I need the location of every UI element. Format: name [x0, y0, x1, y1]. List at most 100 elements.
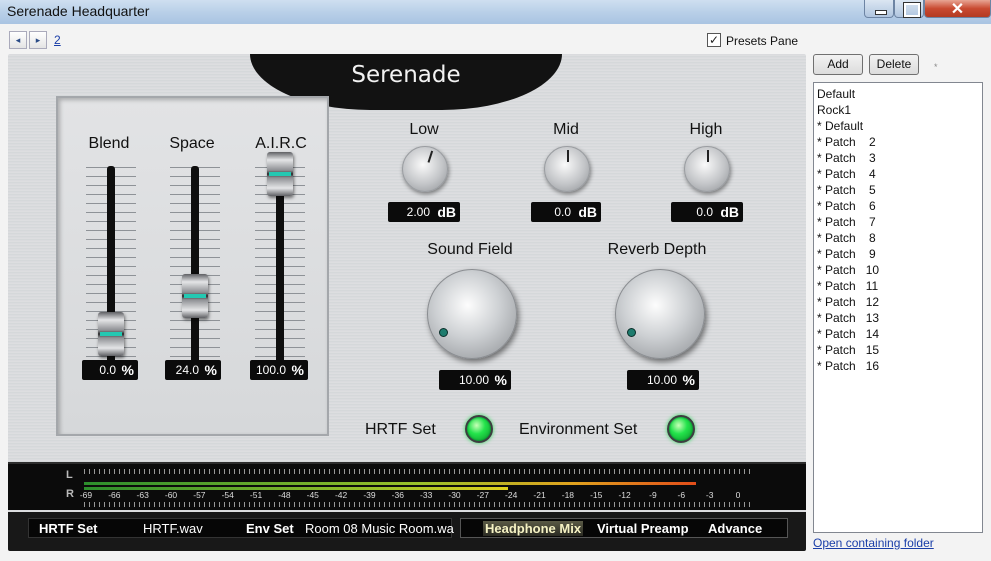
meter-scale-label: -21	[533, 490, 546, 500]
meter-ticks-bottom	[84, 502, 750, 507]
preset-item[interactable]: * Default	[817, 118, 979, 134]
fader-handle-space[interactable]	[182, 274, 208, 318]
info-env-set-label: Env Set	[246, 521, 294, 536]
preset-item[interactable]: * Patch 5	[817, 182, 979, 198]
preset-item[interactable]: * Patch 16	[817, 358, 979, 374]
nav-forward-button[interactable]: ▸	[29, 31, 47, 49]
meter-scale-label: -30	[448, 490, 461, 500]
preset-item[interactable]: Rock1	[817, 102, 979, 118]
eq-knob-mid[interactable]	[544, 146, 590, 192]
meter-scale-label: -15	[590, 490, 603, 500]
reverb-depth-unit: %	[682, 372, 695, 388]
meter-scale-label: -57	[193, 490, 206, 500]
tab-virtual-preamp[interactable]: Virtual Preamp	[597, 521, 689, 536]
serenade-device-panel: Serenade Blend 0.0 % Space 24.0 % A.I.R.…	[8, 54, 806, 551]
maximize-button[interactable]	[894, 0, 924, 18]
fader-label-space: Space	[169, 135, 215, 152]
tab-advance[interactable]: Advance	[708, 521, 762, 536]
meter-scale-label: -48	[278, 490, 291, 500]
space-readout: 24.0 %	[165, 360, 221, 380]
fader-track-space	[191, 166, 199, 366]
meter-scale-label: -12	[618, 490, 631, 500]
airc-value: 100.0	[255, 363, 286, 377]
minimize-button[interactable]	[864, 0, 894, 18]
preset-item[interactable]: * Patch 13	[817, 310, 979, 326]
fader-label-airc: A.I.R.C	[255, 135, 307, 152]
preset-item[interactable]: * Patch 8	[817, 230, 979, 246]
eq-label-low: Low	[409, 121, 439, 138]
eq-low-value: 2.00	[406, 205, 430, 219]
preset-item[interactable]: * Patch 14	[817, 326, 979, 342]
meter-scale-label: 0	[735, 490, 741, 500]
preset-item[interactable]: * Patch 15	[817, 342, 979, 358]
close-button[interactable]: ✕	[924, 0, 991, 18]
eq-mid-readout: 0.0 dB	[531, 202, 601, 222]
sound-field-label: Sound Field	[427, 241, 513, 258]
title-bar: Serenade Headquarter ✕	[0, 0, 991, 24]
eq-knob-low[interactable]	[402, 146, 448, 192]
eq-mid-value: 0.0	[554, 205, 571, 219]
add-preset-button[interactable]: Add	[813, 54, 863, 75]
environment-set-led-button[interactable]	[667, 415, 695, 443]
preset-list[interactable]: Default Rock1 * Default * Patch 2 * Patch 3 *…	[813, 82, 983, 533]
sound-field-knob[interactable]	[427, 269, 517, 359]
eq-knob-high[interactable]	[684, 146, 730, 192]
meter-scale-label: -39	[363, 490, 376, 500]
preset-item[interactable]: Default	[817, 86, 979, 102]
meter-scale-label: -36	[391, 490, 404, 500]
meter-scale-label: -3	[705, 490, 714, 500]
meter-scale-label: -9	[649, 490, 657, 500]
meter-ticks-top	[84, 469, 750, 474]
airc-readout: 100.0 %	[250, 360, 308, 380]
preset-item[interactable]: * Patch 6	[817, 198, 979, 214]
preset-item[interactable]: * Patch 12	[817, 294, 979, 310]
eq-label-mid: Mid	[553, 121, 579, 138]
preset-item[interactable]: * Patch 4	[817, 166, 979, 182]
client-area: ◂ ▸ 2 ✓ Presets Pane Serenade Blend 0.0 …	[0, 24, 991, 561]
blend-unit: %	[121, 362, 134, 378]
meter-scale-label: -18	[561, 490, 575, 500]
sound-field-readout: 10.00 %	[439, 370, 511, 390]
eq-mid-unit: dB	[578, 204, 597, 220]
page-link[interactable]: 2	[54, 33, 61, 47]
preset-item[interactable]: * Patch 11	[817, 278, 979, 294]
hrtf-set-led-button[interactable]	[465, 415, 493, 443]
fader-handle-airc[interactable]	[267, 152, 293, 196]
delete-preset-button[interactable]: Delete	[869, 54, 919, 75]
tab-headphone-mix[interactable]: Headphone Mix	[483, 521, 584, 536]
reverb-depth-knob[interactable]	[615, 269, 705, 359]
environment-set-label: Environment Set	[519, 421, 638, 438]
preset-item[interactable]: * Patch 3	[817, 150, 979, 166]
fader-label-blend: Blend	[88, 135, 130, 152]
meter-scale-label: -51	[249, 490, 263, 500]
info-hrtf-set-label: HRTF Set	[39, 521, 98, 536]
presets-pane-checkbox[interactable]: ✓	[707, 33, 721, 47]
fader-handle-blend[interactable]	[98, 312, 124, 356]
meter-scale-label: -45	[306, 490, 319, 500]
meter-scale-label: -69	[79, 490, 93, 500]
info-env-file: Room 08 Music Room.wa	[305, 521, 454, 536]
space-unit: %	[204, 362, 217, 378]
reverb-depth-label: Reverb Depth	[607, 241, 707, 258]
nav-back-button[interactable]: ◂	[9, 31, 27, 49]
eq-low-unit: dB	[437, 204, 456, 220]
mode-tabs: Headphone Mix Virtual Preamp Advance	[460, 518, 788, 538]
preset-item[interactable]: * Patch 10	[817, 262, 979, 278]
unsaved-star: *	[934, 62, 938, 72]
preset-item[interactable]: * Patch 9	[817, 246, 979, 262]
level-meter: L R -69 -66 -63 -60 -57 -54 -51 -48 -45 -42 -39 -36…	[8, 462, 806, 510]
info-bar: HRTF Set HRTF.wav Env Set Room 08 Music …	[8, 512, 806, 551]
reverb-depth-value: 10.00	[646, 373, 677, 387]
meter-scale-label: -63	[136, 490, 149, 500]
sound-field-value: 10.00	[458, 373, 489, 387]
blend-readout: 0.0 %	[82, 360, 138, 380]
preset-item[interactable]: * Patch 2	[817, 134, 979, 150]
meter-right-label: R	[66, 488, 74, 500]
eq-high-readout: 0.0 dB	[671, 202, 743, 222]
fader-track-airc	[276, 166, 284, 366]
close-icon: ✕	[950, 1, 965, 18]
hrtf-set-label: HRTF Set	[365, 421, 436, 438]
preset-item[interactable]: * Patch 7	[817, 214, 979, 230]
open-containing-folder-link[interactable]: Open containing folder	[813, 536, 934, 550]
space-value: 24.0	[175, 363, 199, 377]
